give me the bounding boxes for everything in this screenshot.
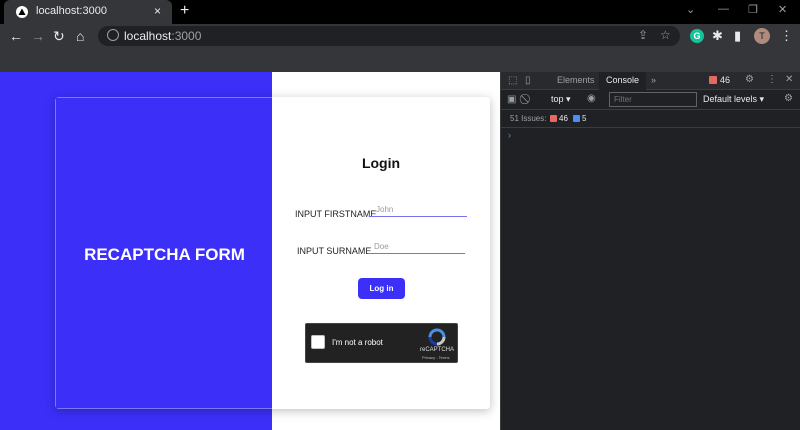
issues-label: 51 Issues:	[510, 114, 547, 123]
login-title: Login	[361, 155, 401, 171]
toolbar-gap	[0, 48, 800, 72]
inspect-element-icon[interactable]: ⬚	[508, 75, 517, 86]
forward-icon[interactable]: →	[31, 27, 45, 45]
devtools-tabbar: ⬚ ▯ Elements Console » 46 ⚙ ⋮ ✕	[501, 72, 800, 90]
form-card: RECAPTCHA FORM Login INPUT FIRSTNAME INP…	[55, 97, 490, 409]
share-icon[interactable]: ⇪	[638, 28, 648, 42]
recaptcha-privacy-terms[interactable]: Privacy - Terms	[422, 355, 449, 360]
menu-kebab-icon[interactable]: ⋮	[780, 28, 793, 44]
console-prompt[interactable]: ›	[508, 130, 511, 140]
close-icon[interactable]: ✕	[785, 74, 793, 85]
star-icon[interactable]: ☆	[660, 28, 671, 42]
back-icon[interactable]: ←	[9, 27, 23, 45]
eye-icon[interactable]: ◉	[587, 93, 596, 104]
close-icon[interactable]: ×	[154, 4, 161, 18]
console-toolbar: ▣ ⃠ top ▾ ◉ Default levels ▾ ⚙	[501, 90, 800, 110]
avatar[interactable]: T	[754, 28, 770, 44]
web-page: RECAPTCHA FORM Login INPUT FIRSTNAME INP…	[0, 72, 500, 430]
login-button[interactable]: Log in	[358, 278, 405, 299]
sidebar-toggle-icon[interactable]: ▣	[507, 94, 516, 105]
browser-toolbar: ← → ↻ ⌂ localhost:3000 ⇪ ☆ G ✱ ▮ T ⋮	[0, 24, 800, 48]
gear-icon[interactable]: ⚙	[745, 74, 754, 85]
context-selector[interactable]: top ▾	[551, 94, 571, 105]
log-levels-dropdown[interactable]: Default levels ▾	[703, 94, 764, 105]
issues-info-icon	[573, 115, 580, 122]
new-tab-icon[interactable]: +	[180, 2, 189, 20]
filter-input[interactable]	[609, 92, 697, 107]
recaptcha-logo-icon	[428, 328, 446, 346]
firstname-input[interactable]	[370, 203, 467, 217]
banner-title: RECAPTCHA FORM	[84, 245, 245, 264]
browser-titlebar: localhost:3000 × + ⌄ — ❐ ✕	[0, 0, 800, 24]
card-banner: RECAPTCHA FORM	[55, 97, 272, 409]
minimize-icon[interactable]: —	[718, 3, 729, 15]
surname-label: INPUT SURNAME	[297, 246, 372, 256]
site-info-icon[interactable]	[107, 29, 119, 41]
kebab-menu-icon[interactable]: ⋮	[767, 74, 777, 85]
address-bar[interactable]: localhost:3000 ⇪ ☆	[98, 26, 680, 46]
triangle-icon	[16, 6, 28, 18]
window-close-icon[interactable]: ✕	[778, 3, 787, 16]
issues-info-count: 5	[582, 114, 587, 123]
tab-console[interactable]: Console	[599, 72, 647, 90]
issues-bar[interactable]: 51 Issues: 46 5	[501, 110, 800, 128]
url-host: localhost	[124, 29, 172, 43]
url-port: :3000	[171, 29, 202, 43]
more-tabs-icon[interactable]: »	[651, 75, 656, 85]
error-icon[interactable]	[709, 76, 717, 84]
surname-input[interactable]	[368, 240, 465, 254]
extensions-icon[interactable]: ✱	[712, 28, 723, 44]
recaptcha-widget: I'm not a robot reCAPTCHA Privacy - Term…	[305, 323, 458, 363]
issues-error-count: 46	[559, 114, 568, 123]
recaptcha-checkbox[interactable]	[311, 335, 325, 349]
recaptcha-brand: reCAPTCHA	[420, 347, 455, 353]
recaptcha-label: I'm not a robot	[332, 338, 383, 347]
device-toolbar-icon[interactable]: ▯	[525, 75, 531, 86]
chevron-down-icon[interactable]: ⌄	[686, 3, 695, 16]
login-panel: Login INPUT FIRSTNAME INPUT SURNAME Log …	[272, 97, 490, 409]
url-text[interactable]: localhost:3000	[124, 29, 201, 43]
maximize-icon[interactable]: ❐	[748, 3, 758, 16]
grammarly-extension-icon[interactable]: G	[690, 29, 704, 43]
console-settings-gear-icon[interactable]: ⚙	[784, 93, 793, 104]
tab-elements[interactable]: Elements	[557, 75, 595, 85]
side-panel-icon[interactable]: ▮	[734, 28, 741, 44]
browser-tab[interactable]: localhost:3000 ×	[4, 0, 172, 24]
reload-icon[interactable]: ↻	[53, 27, 65, 45]
devtools-panel: ⬚ ▯ Elements Console » 46 ⚙ ⋮ ✕ ▣ ⃠ top …	[500, 72, 800, 430]
firstname-label: INPUT FIRSTNAME	[295, 209, 377, 219]
tab-title: localhost:3000	[36, 5, 107, 17]
error-count[interactable]: 46	[720, 75, 730, 85]
issues-error-icon	[550, 115, 557, 122]
home-icon[interactable]: ⌂	[76, 27, 84, 45]
